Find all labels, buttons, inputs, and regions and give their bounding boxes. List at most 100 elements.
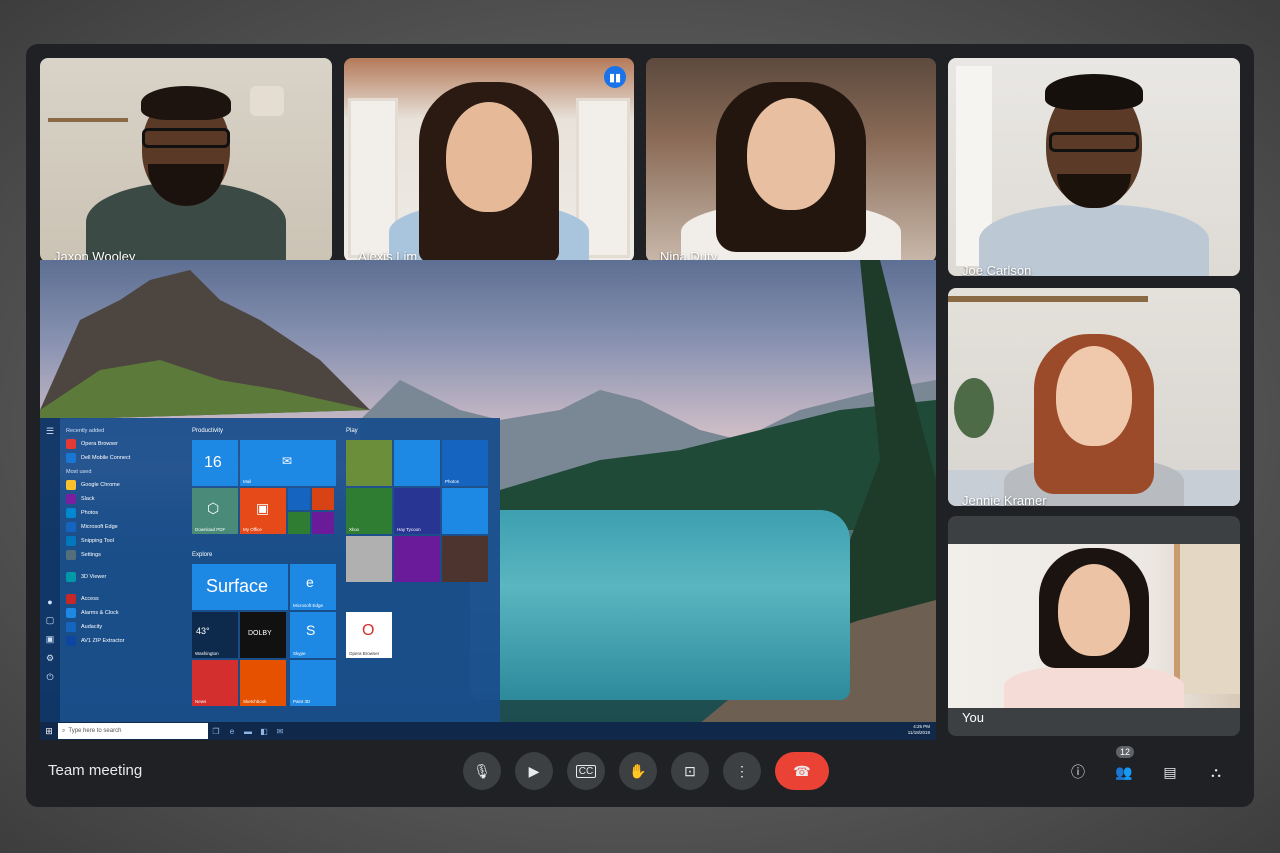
tile-word[interactable] xyxy=(288,488,310,510)
participant-name: Jennie Kramer xyxy=(962,493,1047,506)
tile-calendar[interactable]: 16 xyxy=(192,440,238,486)
tile-small[interactable] xyxy=(394,440,440,486)
app-item[interactable]: Dell Mobile Connect xyxy=(66,451,186,465)
taskbar-search[interactable]: ⌕ Type here to search xyxy=(58,723,208,739)
tile-xbox[interactable]: Xbox xyxy=(346,488,392,534)
tile-minecraft[interactable] xyxy=(346,440,392,486)
participant-tile[interactable]: Jennie Kramer xyxy=(948,288,1240,506)
taskbar: ⊞ ⌕ Type here to search ❐ e ▬ ◧ ✉ 4:25 P… xyxy=(40,722,936,740)
app-item[interactable]: Microsoft Edge xyxy=(66,520,186,534)
tile-game[interactable] xyxy=(394,536,440,582)
participant-tile[interactable]: Nina Duty xyxy=(646,58,936,262)
mic-button[interactable]: 🎙 xyxy=(463,752,501,790)
store-icon[interactable]: ◧ xyxy=(256,727,272,736)
lake xyxy=(470,510,850,700)
mail-icon[interactable]: ✉ xyxy=(272,727,288,736)
tile-game[interactable]: Hay Tycoon xyxy=(394,488,440,534)
power-icon[interactable]: ⏻ xyxy=(40,672,60,683)
task-view-icon[interactable]: ❐ xyxy=(208,727,224,736)
participant-video xyxy=(994,306,1194,506)
app-item[interactable]: Alarms & Clock xyxy=(66,606,186,620)
participant-video xyxy=(86,72,286,262)
chat-button[interactable]: ▤ xyxy=(1158,760,1182,784)
app-item[interactable]: AV1 ZIP Extractor xyxy=(66,634,186,648)
people-icon: 👥 xyxy=(1115,763,1133,780)
app-item[interactable]: 3D Viewer xyxy=(66,570,186,584)
tile-dolby[interactable]: DOLBY xyxy=(240,612,286,658)
edge-icon[interactable]: e xyxy=(224,727,240,736)
tile-game[interactable] xyxy=(442,536,488,582)
app-item[interactable]: Slack xyxy=(66,492,186,506)
captions-icon: CC xyxy=(575,764,597,778)
tile-download-pdf[interactable]: ⬡ Download PDF xyxy=(192,488,238,534)
tile-sketch[interactable]: Sketchbook xyxy=(240,660,286,706)
raise-hand-icon: ✋ xyxy=(629,762,647,779)
section-label: Explore xyxy=(192,552,213,558)
app-item[interactable]: Audacity xyxy=(66,620,186,634)
participant-tile[interactable] xyxy=(948,544,1240,708)
participant-tile[interactable]: ▮▮ Alexis Lim xyxy=(344,58,634,262)
folder-icon[interactable]: ▬ xyxy=(240,727,256,736)
tile-paint3d[interactable]: Paint 3D xyxy=(290,660,336,706)
tile-edge[interactable]: e Microsoft Edge xyxy=(290,564,336,610)
present-button[interactable]: ⊡ xyxy=(671,752,709,790)
participant-video xyxy=(999,548,1189,708)
shared-screen: ☰ ● ▢ ▣ ⚙ ⏻ Recently added Opera Browser… xyxy=(40,260,936,740)
more-options-button[interactable]: ⋮ xyxy=(723,752,761,790)
call-controls: 🎙 ▶ CC ✋ ⊡ ⋮ ☎ xyxy=(463,752,829,790)
tile-excel[interactable] xyxy=(288,512,310,534)
tile-news[interactable]: News xyxy=(192,660,238,706)
present-screen-icon: ⊡ xyxy=(684,762,696,779)
raise-hand-button[interactable]: ✋ xyxy=(619,752,657,790)
participant-video xyxy=(681,72,901,262)
taskbar-clock[interactable]: 4:25 PM 11/18/2019 xyxy=(908,724,930,736)
tile-onenote[interactable] xyxy=(312,512,334,534)
app-item[interactable]: Settings xyxy=(66,548,186,562)
section-label: Most used xyxy=(66,469,92,475)
more-options-icon: ⋮ xyxy=(735,762,749,779)
end-call-button[interactable]: ☎ xyxy=(775,752,829,790)
tile-skype[interactable]: S Skype xyxy=(290,612,336,658)
meeting-title: Team meeting xyxy=(48,762,143,779)
activities-icon: ⛬ xyxy=(1211,763,1221,780)
app-item[interactable]: Photos xyxy=(66,506,186,520)
settings-icon[interactable]: ⚙ xyxy=(40,653,60,664)
windows-start-icon[interactable]: ⊞ xyxy=(40,722,58,740)
tile-office[interactable]: ▣ My Office xyxy=(240,488,286,534)
tile-surface[interactable]: Surface xyxy=(192,564,288,610)
search-icon: ⌕ xyxy=(62,727,66,734)
captions-button[interactable]: CC xyxy=(567,752,605,790)
glasses-icon xyxy=(1049,132,1139,152)
chat-icon: ▤ xyxy=(1163,763,1177,780)
people-button[interactable]: 12 👥 xyxy=(1112,746,1136,784)
camera-button[interactable]: ▶ xyxy=(515,752,553,790)
speaking-indicator-icon: ▮▮ xyxy=(604,66,626,88)
tile-opera[interactable]: O Opera Browser xyxy=(346,612,392,658)
pictures-icon[interactable]: ▣ xyxy=(40,634,60,645)
participant-tile[interactable]: Joe Carlson xyxy=(948,58,1240,276)
hamburger-icon[interactable]: ☰ xyxy=(40,426,60,437)
tile-powerpoint[interactable] xyxy=(312,488,334,510)
tile-weather[interactable]: 43° Washington xyxy=(192,612,238,658)
start-rail: ☰ ● ▢ ▣ ⚙ ⏻ xyxy=(40,418,60,722)
app-list: Recently added Opera Browser Dell Mobile… xyxy=(66,424,186,648)
mic-icon: 🎙 xyxy=(473,762,491,779)
app-item[interactable]: Opera Browser xyxy=(66,437,186,451)
tile-photos[interactable]: Photos xyxy=(442,440,488,486)
meeting-window: Jaxon Wooley ▮▮ Alexis Lim Nina Duty Joe xyxy=(26,44,1254,807)
participant-tile[interactable]: Jaxon Wooley xyxy=(40,58,332,262)
section-label: Productivity xyxy=(192,428,224,434)
tile-mail[interactable]: ✉ Mail xyxy=(240,440,336,486)
app-item[interactable]: Google Chrome xyxy=(66,478,186,492)
activities-button[interactable]: ⛬ xyxy=(1204,760,1228,784)
info-button[interactable]: ⓘ xyxy=(1066,760,1090,784)
glasses-icon xyxy=(142,128,230,148)
edge-icon: e xyxy=(306,574,314,590)
section-label: Recently added xyxy=(66,428,105,434)
tile-game[interactable] xyxy=(442,488,488,534)
app-item[interactable]: Access xyxy=(66,592,186,606)
tile-game[interactable] xyxy=(346,536,392,582)
user-icon[interactable]: ● xyxy=(40,597,60,607)
app-item[interactable]: Snipping Tool xyxy=(66,534,186,548)
document-icon[interactable]: ▢ xyxy=(40,615,60,626)
